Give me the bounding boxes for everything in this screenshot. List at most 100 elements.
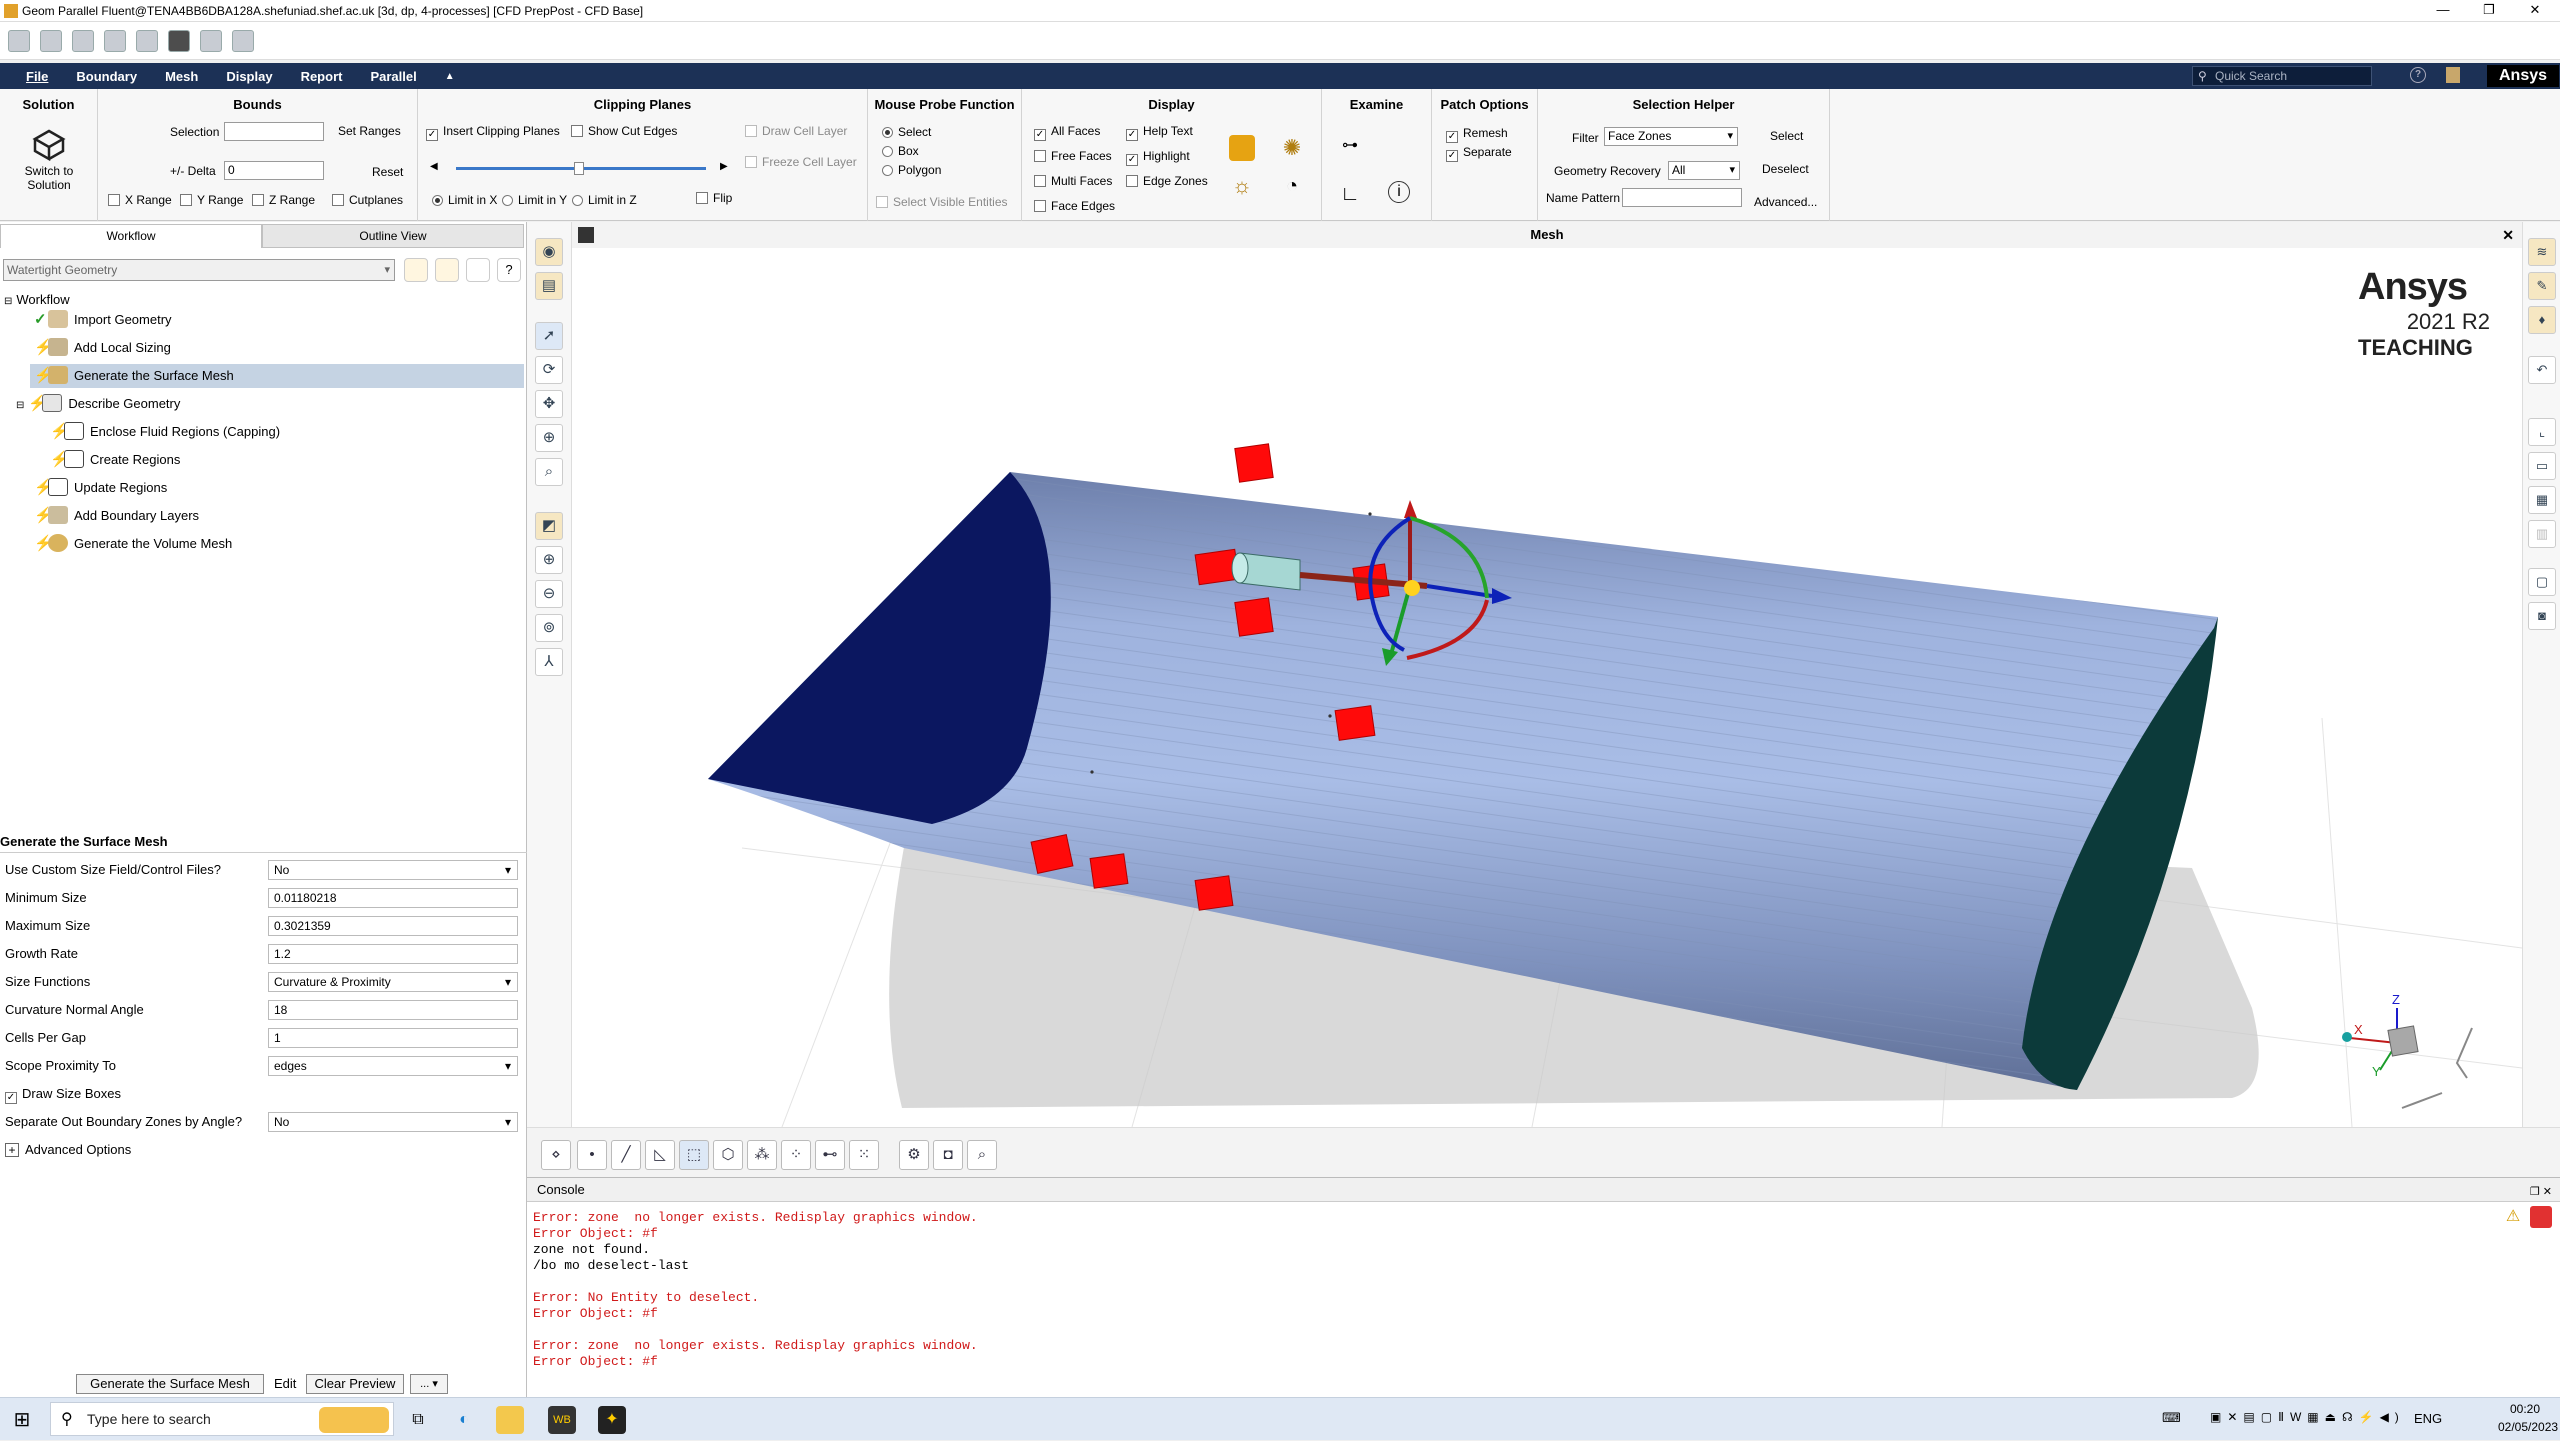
report-icon[interactable]: ▦ — [2528, 486, 2556, 514]
taskbar-search-box[interactable]: ⚲ Type here to search — [50, 1402, 394, 1436]
quick-search-input[interactable]: ⚲ Quick Search — [2192, 66, 2372, 86]
close-graphics-button[interactable]: ✕ — [2502, 222, 2514, 248]
filter-icon[interactable]: ⋄ — [541, 1140, 571, 1170]
probe-select-radio[interactable]: Select — [882, 125, 931, 139]
help-text-checkbox[interactable]: Help Text — [1126, 124, 1193, 141]
tray-icons[interactable]: ▣✕▤▢ⅡW▦⏏☊⚡◀) — [2210, 1410, 2405, 1424]
selection-input[interactable] — [224, 122, 324, 141]
console-float-icon[interactable]: ❐ ✕ — [2530, 1180, 2552, 1204]
box-select-icon[interactable]: ⁙ — [849, 1140, 879, 1170]
edit-button[interactable]: Edit — [274, 1376, 296, 1391]
tree-item-surface-mesh[interactable]: ⚡ Generate the Surface Mesh — [30, 364, 524, 388]
size-box[interactable] — [1030, 834, 1074, 874]
left-end-cap[interactable] — [708, 472, 1051, 824]
set-ranges-button[interactable]: Set Ranges — [338, 124, 401, 138]
close-window-button[interactable]: ✕ — [2512, 0, 2558, 22]
body-select-icon[interactable]: ⁂ — [747, 1140, 777, 1170]
tree-item-local-sizing[interactable]: ⚡ Add Local Sizing — [34, 336, 171, 360]
windows-start-icon[interactable]: ⊞ — [8, 1406, 36, 1434]
mesh-display-icon[interactable]: ◉ — [535, 238, 563, 266]
curvature-angle-input[interactable]: 18 — [268, 1000, 518, 1020]
x-range-checkbox[interactable]: X Range — [108, 193, 172, 207]
menu-parallel[interactable]: Parallel — [356, 69, 430, 84]
collapse-icon[interactable]: ⊟ — [4, 296, 12, 307]
probe-box-radio[interactable]: Box — [882, 144, 919, 158]
angle-icon[interactable]: ∟ — [1337, 181, 1363, 207]
cells-per-gap-input[interactable]: 1 — [268, 1028, 518, 1048]
warning-icon[interactable]: ⚠ — [2502, 1206, 2524, 1228]
language-indicator[interactable]: ENG — [2414, 1411, 2442, 1426]
remesh-checkbox[interactable]: Remesh — [1446, 126, 1508, 143]
delta-input[interactable]: 0 — [224, 161, 324, 180]
tree-item-enclose-fluid[interactable]: ⚡ Enclose Fluid Regions (Capping) — [50, 420, 280, 444]
task-view-icon[interactable]: ⧉ — [404, 1406, 432, 1434]
size-box[interactable] — [1334, 705, 1376, 741]
window-icon[interactable]: ▢ — [2528, 568, 2556, 596]
select-visible-checkbox[interactable]: Select Visible Entities — [876, 195, 1008, 209]
separate-checkbox[interactable]: Separate — [1446, 145, 1512, 162]
file-explorer-icon[interactable] — [496, 1406, 524, 1434]
select-tool-icon[interactable]: ⚙ — [899, 1140, 929, 1170]
draw-cell-layer-checkbox[interactable]: Draw Cell Layer — [745, 124, 847, 138]
select-button[interactable]: Select — [1770, 129, 1803, 143]
tree-item-update-regions[interactable]: ⚡ Update Regions — [34, 476, 167, 500]
graphics-window[interactable]: Mesh ✕ Z X Y Ansys 2021 R2 TEACHING — [572, 222, 2522, 1127]
size-box[interactable] — [1194, 875, 1234, 911]
zoom-box-icon[interactable]: ⌕ — [535, 458, 563, 486]
name-pattern-input[interactable] — [1622, 188, 1742, 207]
face-edges-checkbox[interactable]: Face Edges — [1034, 199, 1115, 213]
clear-preview-button[interactable]: Clear Preview — [306, 1374, 404, 1394]
graphics-options-icon[interactable]: ▤ — [535, 272, 563, 300]
capture-icon[interactable]: ◙ — [2528, 602, 2556, 630]
tree-item-import-geometry[interactable]: ✓ Import Geometry — [34, 308, 172, 332]
sun-icon[interactable]: ☼ — [1229, 173, 1255, 199]
undo-icon[interactable] — [104, 29, 126, 52]
load-workflow-icon[interactable] — [404, 258, 428, 282]
zoom-out-icon[interactable]: ⊖ — [535, 580, 563, 608]
face-select-icon[interactable]: ◺ — [645, 1140, 675, 1170]
deselect-button[interactable]: Deselect — [1762, 162, 1809, 176]
prop-draw-size-boxes[interactable]: Draw Size Boxes — [0, 1080, 527, 1108]
compare-icon[interactable]: ▥ — [2528, 520, 2556, 548]
chart-icon[interactable]: ⌞ — [2528, 418, 2556, 446]
z-range-checkbox[interactable]: Z Range — [252, 193, 315, 207]
probe-polygon-radio[interactable]: Polygon — [882, 163, 941, 177]
paint-icon[interactable]: ✎ — [2528, 272, 2556, 300]
freeze-cell-layer-checkbox[interactable]: Freeze Cell Layer — [745, 155, 857, 169]
clock-date[interactable]: 02/05/2023 — [2498, 1420, 2558, 1434]
y-range-checkbox[interactable]: Y Range — [180, 193, 243, 207]
tree-item-create-regions[interactable]: ⚡ Create Regions — [50, 448, 180, 472]
axes-icon[interactable]: ⅄ — [535, 648, 563, 676]
limit-x-radio[interactable]: Limit in X — [432, 193, 497, 207]
workbench-icon[interactable] — [168, 29, 190, 52]
workbench-taskbar-icon[interactable]: WB — [548, 1406, 576, 1434]
lights-icon[interactable]: ✺ — [1279, 135, 1305, 161]
menu-boundary[interactable]: Boundary — [62, 69, 151, 84]
zoom-in-out-icon[interactable]: ⊕ — [535, 424, 563, 452]
show-cut-edges-checkbox[interactable]: Show Cut Edges — [571, 124, 677, 138]
geom-recovery-select[interactable]: All — [1668, 161, 1740, 180]
line-select-icon[interactable]: ⊷ — [815, 1140, 845, 1170]
pointer-icon[interactable]: ➚ — [535, 322, 563, 350]
slider-thumb[interactable] — [574, 162, 584, 175]
case-icon[interactable] — [72, 29, 94, 52]
cutplanes-checkbox[interactable]: Cutplanes — [332, 193, 403, 207]
size-box[interactable] — [1089, 853, 1129, 889]
undo-view-icon[interactable]: ↶ — [2528, 356, 2556, 384]
tab-workflow[interactable]: Workflow — [0, 224, 262, 248]
notes-icon[interactable] — [2446, 67, 2460, 83]
workflow-type-select[interactable]: Watertight Geometry — [3, 259, 395, 281]
console-output[interactable]: Error: zone no longer exists. Redisplay … — [527, 1202, 2560, 1378]
growth-rate-input[interactable]: 1.2 — [268, 944, 518, 964]
limit-y-radio[interactable]: Limit in Y — [502, 193, 567, 207]
keyboard-icon[interactable]: ⌨ — [2162, 1410, 2181, 1426]
slider-right-arrow[interactable]: ▶ — [720, 161, 728, 172]
mesh-viewport[interactable]: Z X Y — [572, 248, 2522, 1127]
zone-select-icon[interactable]: ⬚ — [679, 1140, 709, 1170]
edge-zones-checkbox[interactable]: Edge Zones — [1126, 174, 1208, 188]
connectivity-icon[interactable]: ⊶ — [1337, 133, 1363, 159]
tree-item-describe-geometry[interactable]: ⊟ ⚡ Describe Geometry — [16, 392, 180, 416]
fluent-taskbar-icon[interactable]: ✦ — [598, 1406, 626, 1434]
size-box[interactable] — [1234, 597, 1274, 637]
search-select-icon[interactable]: ⌕ — [967, 1140, 997, 1170]
